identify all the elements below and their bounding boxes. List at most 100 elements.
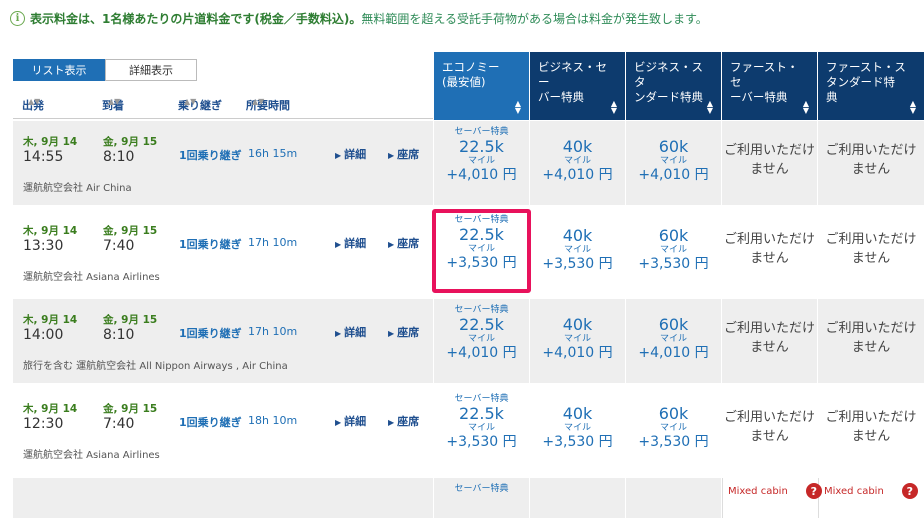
play-triangle-icon: ▶ — [388, 240, 395, 249]
operating-airline: 運航航空会社 Asiana Airlines — [23, 450, 160, 461]
fare-cell-unavailable: ご利用いただけ ません — [818, 210, 924, 294]
seat-map-link[interactable]: ▶ 座席 — [388, 413, 419, 429]
fare-cell-biz-std[interactable]: 60k マイル +4,010 円 — [626, 121, 721, 205]
notice-strong: 表示料金は、1名様あたりの片道料金です(税金／手数料込)。 — [30, 11, 362, 26]
arrival-time: 7:40 — [103, 238, 135, 254]
operating-airline: 旅行を含む 運航航空会社 All Nippon Airways , Air Ch… — [23, 361, 288, 372]
tax-price: +3,530 円 — [542, 434, 613, 450]
fare-cell-biz-std[interactable]: 60k マイル +3,530 円 — [626, 388, 721, 472]
list-view-tab[interactable]: リスト表示 — [13, 59, 105, 81]
tax-price: +4,010 円 — [542, 345, 613, 361]
fare-notice: i 表示料金は、1名様あたりの片道料金です(税金／手数料込)。 無料範囲を超える… — [10, 8, 708, 28]
fare-cell-biz-saver[interactable]: 40k マイル +4,010 円 — [530, 299, 625, 383]
tax-price: +3,530 円 — [638, 256, 709, 272]
play-triangle-icon: ▶ — [388, 418, 395, 427]
info-icon: i — [10, 10, 25, 26]
seat-map-link[interactable]: ▶ 座席 — [388, 235, 419, 251]
fare-cell-biz-saver[interactable]: 40k マイル +3,530 円 — [530, 210, 625, 294]
details-link[interactable]: ▶ 詳細 — [335, 146, 366, 162]
miles-unit: マイル — [467, 334, 495, 344]
tax-price: +3,530 円 — [542, 256, 613, 272]
tax-price: +3,530 円 — [446, 434, 517, 450]
cabin-header-business-saver[interactable]: ビジネス・セー バー特典 ▲ ▼ — [530, 52, 625, 120]
miles-unit: マイル — [659, 245, 687, 255]
details-link[interactable]: ▶ 詳細 — [335, 413, 366, 429]
miles-value: 22.5k — [459, 404, 504, 423]
seat-map-link[interactable]: ▶ 座席 — [388, 324, 419, 340]
tax-price: +3,530 円 — [638, 434, 709, 450]
cabin-header-first-saver[interactable]: ファースト・セ ーバー特典 ▲ ▼ — [722, 52, 817, 120]
unavailable-text: ご利用いただけ ません — [723, 232, 815, 266]
cabin-header-label: ファースト・セ ーバー特典 — [730, 60, 799, 104]
help-icon[interactable]: ? — [901, 483, 918, 499]
fare-cell-economy[interactable]: セーバー特典 22.5k マイル +4,010 円 — [434, 299, 529, 383]
miles-value: 40k — [562, 404, 593, 423]
miles-unit: マイル — [659, 423, 687, 433]
cabin-header-economy[interactable]: エコノミー (最安値) ▲ ▼ — [434, 52, 529, 120]
fare-cell-economy[interactable]: セーバー特典 22.5k マイル +4,010 円 — [434, 121, 529, 205]
departure-date: 木, 9月 14 — [23, 136, 78, 148]
connections-link[interactable]: 1回乗り継ぎ — [179, 147, 242, 163]
miles-value: 22.5k — [459, 225, 504, 244]
fare-cell-economy[interactable]: セーバー特典 22.5k マイル +3,530 円 — [432, 209, 531, 293]
sort-icon: ▲▼ — [610, 99, 617, 115]
unavailable-text: ご利用いただけ ません — [825, 410, 917, 444]
departure-time: 12:30 — [23, 416, 64, 432]
tax-price: +4,010 円 — [638, 167, 709, 183]
departure-date: 木, 9月 14 — [23, 314, 78, 326]
mixed-cabin-first-std: Mixed cabin ? — [824, 481, 918, 501]
connections-link[interactable]: 1回乗り継ぎ — [179, 236, 242, 252]
arrival-date: 金, 9月 15 — [103, 314, 158, 326]
miles-value: 60k — [658, 137, 689, 156]
fare-cell-biz-saver[interactable]: 40k マイル +4,010 円 — [530, 121, 625, 205]
miles-value: 22.5k — [459, 137, 504, 156]
arrival-date: 金, 9月 15 — [103, 136, 158, 148]
flight-duration: 17h 10m — [248, 325, 298, 338]
cabin-header-label: ファースト・ス タンダード特 典 — [826, 60, 906, 104]
details-link[interactable]: ▶ 詳細 — [335, 235, 366, 251]
flight-duration: 16h 15m — [248, 147, 298, 160]
fare-cell-unavailable: ご利用いただけ ません — [818, 121, 924, 205]
play-triangle-icon: ▶ — [335, 418, 342, 427]
departure-date: 木, 9月 14 — [23, 225, 78, 237]
miles-value: 40k — [562, 226, 593, 245]
connections-link[interactable]: 1回乗り継ぎ — [179, 414, 242, 430]
miles-value: 60k — [658, 404, 689, 423]
cabin-header-business-standard[interactable]: ビジネス・スタ ンダード特典 ▲ ▼ — [626, 52, 721, 120]
detail-view-tab[interactable]: 詳細表示 — [105, 59, 197, 81]
sort-icon: ▲▼ — [184, 97, 197, 106]
arrival-time: 8:10 — [103, 149, 135, 165]
sort-icon: ▲▼ — [909, 99, 916, 115]
header-divider — [13, 118, 433, 119]
connections-link[interactable]: 1回乗り継ぎ — [179, 325, 242, 341]
details-link[interactable]: ▶ 詳細 — [335, 324, 366, 340]
miles-unit: マイル — [563, 423, 591, 433]
miles-unit: マイル — [563, 334, 591, 344]
departure-time: 13:30 — [23, 238, 64, 254]
miles-unit: マイル — [467, 244, 495, 254]
fare-cell-biz-std[interactable]: 60k マイル +3,530 円 — [626, 210, 721, 294]
fare-cell-biz-saver[interactable]: 40k マイル +3,530 円 — [530, 388, 625, 472]
flight-duration: 18h 10m — [248, 414, 298, 427]
unavailable-text: ご利用いただけ ません — [723, 410, 815, 444]
miles-unit: マイル — [467, 156, 495, 166]
flight-duration: 17h 10m — [248, 236, 298, 249]
fare-cell-biz-std[interactable]: 60k マイル +4,010 円 — [626, 299, 721, 383]
sort-icon: ▲▼ — [252, 97, 265, 106]
cabin-header-label: ビジネス・スタ ンダード特典 — [634, 60, 703, 104]
tax-price: +4,010 円 — [542, 167, 613, 183]
help-icon[interactable]: ? — [805, 483, 822, 499]
seat-map-link[interactable]: ▶ 座席 — [388, 146, 419, 162]
fare-cell-unavailable: ご利用いただけ ません — [818, 299, 924, 383]
miles-value: 60k — [658, 315, 689, 334]
fare-cell-economy[interactable]: セーバー特典 22.5k マイル +3,530 円 — [434, 388, 529, 472]
cabin-header-first-standard[interactable]: ファースト・ス タンダード特 典 ▲ ▼ — [818, 52, 924, 120]
miles-unit: マイル — [563, 156, 591, 166]
miles-value: 22.5k — [459, 315, 504, 334]
sort-icon: ▲▼ — [514, 99, 521, 115]
fare-cell-unavailable: ご利用いただけ ません — [722, 299, 817, 383]
departure-time: 14:55 — [23, 149, 64, 165]
arrival-date: 金, 9月 15 — [103, 403, 158, 415]
mixed-cabin-first-saver: Mixed cabin ? — [728, 481, 822, 501]
arrival-date: 金, 9月 15 — [103, 225, 158, 237]
